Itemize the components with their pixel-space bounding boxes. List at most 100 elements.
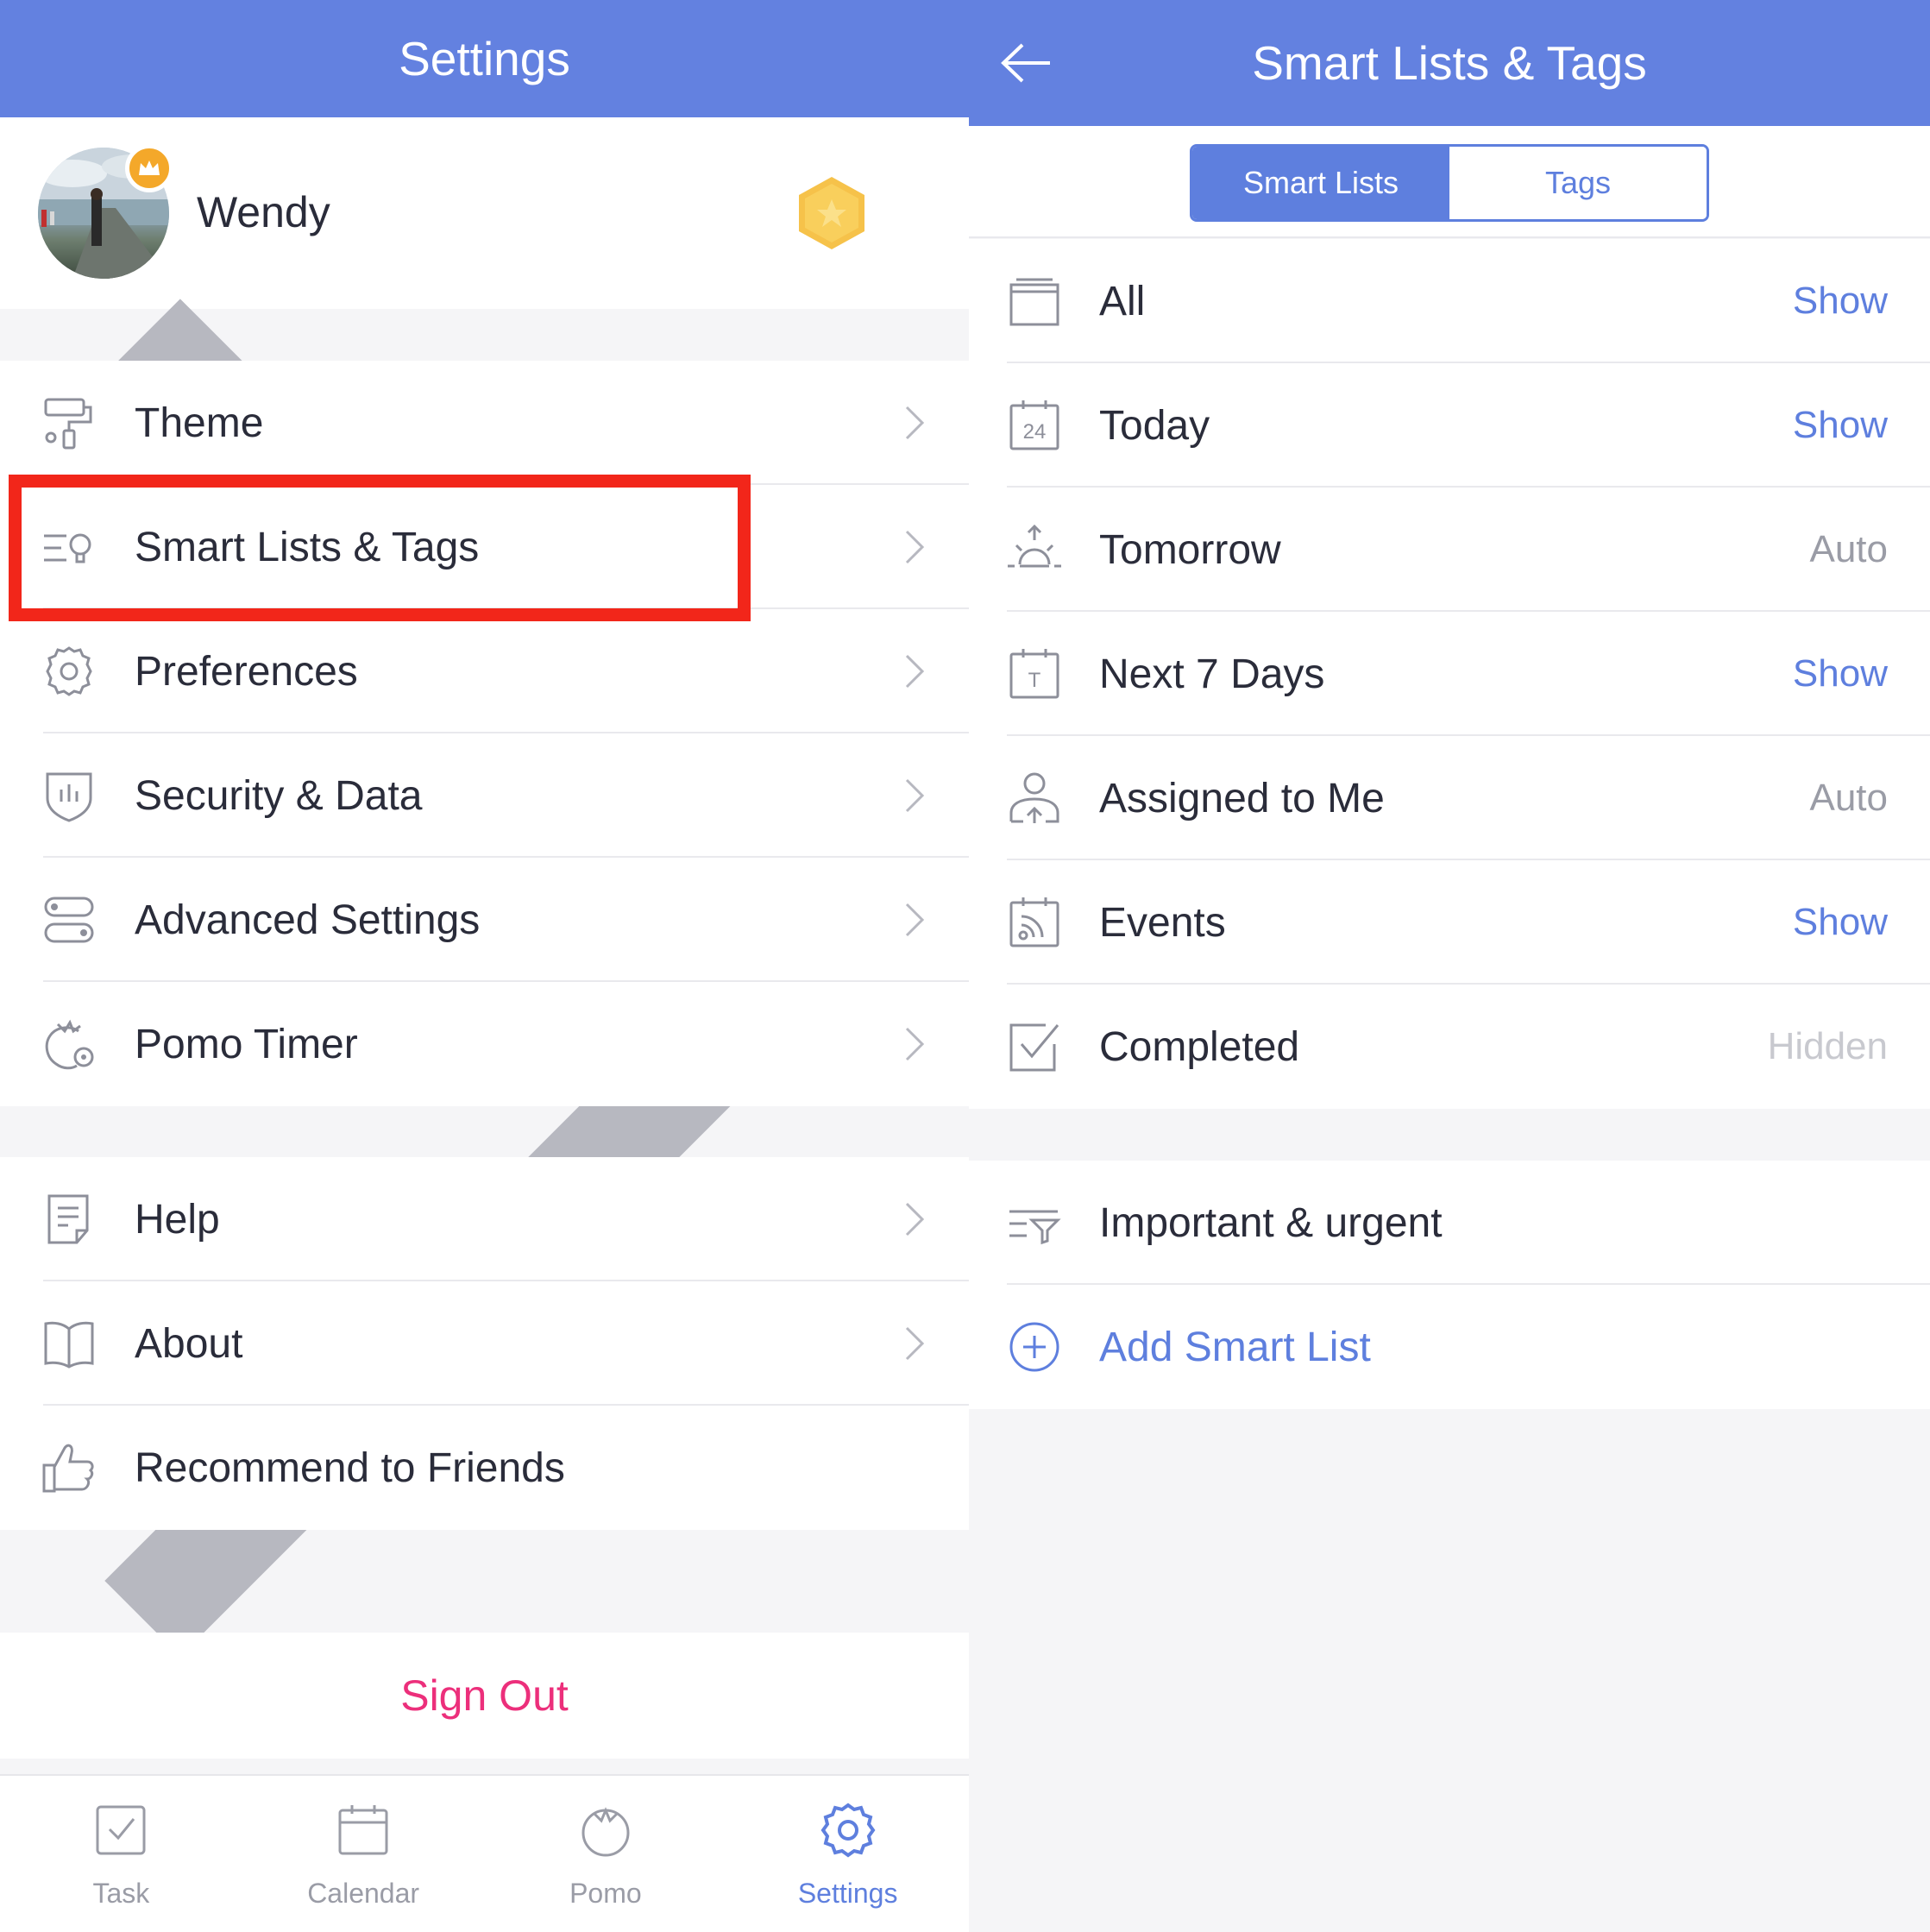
settings-item-label: About [135,1320,243,1367]
shield-icon [46,772,92,822]
sign-out-button[interactable]: Sign Out [0,1633,969,1759]
chevron-right-icon [905,1202,925,1237]
gear-icon [46,646,92,696]
gear-icon [820,1803,876,1858]
visibility-status[interactable]: Show [1793,901,1888,944]
settings-item-theme[interactable]: Theme [0,361,969,485]
add-smart-list-label: Add Smart List [1099,1324,1371,1370]
settings-item-label: Preferences [135,648,358,695]
custom-smart-list-group: Important & urgent Add Smart List [969,1161,1930,1409]
smart-list-item-completed[interactable]: Completed Hidden [969,985,1930,1109]
tab-task[interactable]: Task [0,1776,242,1932]
settings-header: Settings [0,0,969,117]
visibility-status[interactable]: Show [1793,404,1888,447]
smart-list-label: Assigned to Me [1099,775,1385,821]
book-icon [44,1321,94,1369]
visibility-status[interactable]: Auto [1809,528,1888,571]
settings-item-smart-lists-tags[interactable]: Smart Lists & Tags [0,485,969,609]
tab-label: Calendar [307,1878,420,1909]
tab-calendar[interactable]: Calendar [242,1776,485,1932]
settings-item-pomo-timer[interactable]: Pomo Timer [0,982,969,1106]
settings-item-label: Smart Lists & Tags [135,524,480,570]
chevron-right-icon [905,406,925,440]
smart-list-item-tomorrow[interactable]: Tomorrow Auto [969,488,1930,612]
settings-item-advanced-settings[interactable]: Advanced Settings [0,858,969,982]
smart-list-item-important-urgent[interactable]: Important & urgent [969,1161,1930,1285]
settings-item-help[interactable]: Help [0,1157,969,1281]
settings-group-1: Theme Smart Lists & Tags Preferences Sec… [0,361,969,1106]
smart-list-item-next-7-days[interactable]: T Next 7 Days Show [969,612,1930,736]
page-title: Settings [399,32,570,85]
tab-label: Task [92,1878,150,1909]
sunrise-icon [1008,524,1061,568]
smart-lists-panel: Smart Lists & Tags Smart Lists Tags All … [969,0,1930,1932]
settings-item-security-data[interactable]: Security & Data [0,733,969,858]
smart-list-group: All Show 24 Today Show Tomorrow Auto T N… [969,239,1930,1109]
visibility-status[interactable]: Show [1793,280,1888,323]
smart-list-label: Today [1099,402,1210,449]
svg-text:24: 24 [1023,420,1047,444]
smart-list-item-events[interactable]: Events Show [969,860,1930,985]
checkbox-icon [96,1805,146,1855]
settings-item-label: Recommend to Friends [135,1444,565,1491]
settings-item-label: Help [135,1196,220,1243]
divider [969,236,1930,238]
settings-item-label: Theme [135,400,264,446]
toggles-icon [44,897,94,943]
chevron-right-icon [905,1326,925,1361]
paint-roller-icon [44,398,92,450]
smart-list-label: Next 7 Days [1099,651,1325,697]
page-title: Smart Lists & Tags [1252,36,1647,90]
smart-list-item-today[interactable]: 24 Today Show [969,363,1930,488]
visibility-status[interactable]: Hidden [1768,1025,1888,1068]
add-circle-icon [1009,1322,1059,1372]
settings-group-2: Help About Recommend to Friends [0,1157,969,1530]
segmented-control: Smart Lists Tags [1190,144,1709,222]
tomato-gear-icon [45,1019,94,1070]
smart-lists-header: Smart Lists & Tags [969,0,1930,126]
chevron-right-icon [905,530,925,564]
settings-panel: Settings Wendy Theme Smart Lists & Tags … [0,0,969,1932]
settings-item-label: Security & Data [135,772,423,819]
calendar-24-icon: 24 [1009,400,1059,450]
tab-bar: Task Calendar Pomo Settings [0,1774,969,1932]
inbox-icon [1009,278,1059,326]
settings-item-about[interactable]: About [0,1281,969,1406]
smart-list-label: Events [1099,899,1226,946]
smart-list-item-all[interactable]: All Show [969,239,1930,363]
settings-item-preferences[interactable]: Preferences [0,609,969,733]
smart-list-item-assigned-to-me[interactable]: Assigned to Me Auto [969,736,1930,860]
chevron-right-icon [905,903,925,937]
chevron-right-icon [905,654,925,689]
add-smart-list-button[interactable]: Add Smart List [969,1285,1930,1409]
smart-list-label: Completed [1099,1023,1300,1070]
premium-crown-icon [125,144,173,192]
smart-list-label: All [1099,278,1146,324]
profile-row[interactable]: Wendy [0,117,969,1657]
checkbox-icon [1009,1023,1059,1072]
visibility-status[interactable]: Show [1793,652,1888,695]
calendar-t-icon: T [1009,649,1059,699]
tab-settings[interactable]: Settings [726,1776,969,1932]
filter-list-icon [1009,1210,1061,1245]
settings-item-label: Pomo Timer [135,1021,358,1067]
segment-bar: Smart Lists Tags [969,126,1930,238]
calendar-feed-icon [1009,897,1059,947]
back-arrow-icon[interactable] [998,35,1055,91]
chevron-right-icon [905,1027,925,1061]
tab-label: Pomo [569,1878,642,1909]
smart-list-label: Important & urgent [1099,1199,1443,1246]
svg-text:T: T [1028,669,1041,692]
tab-label: Settings [797,1878,898,1909]
settings-item-recommend[interactable]: Recommend to Friends [0,1406,969,1530]
thumbs-up-icon [42,1444,94,1493]
visibility-status[interactable]: Auto [1809,777,1888,820]
segment-tags[interactable]: Tags [1449,147,1707,219]
smart-list-label: Tomorrow [1099,526,1281,573]
tomato-icon [582,1807,630,1857]
chevron-right-icon [905,778,925,813]
segment-smart-lists[interactable]: Smart Lists [1192,147,1449,219]
tab-pomo[interactable]: Pomo [485,1776,727,1932]
smart-list-icon [44,533,91,563]
document-icon [47,1194,89,1244]
